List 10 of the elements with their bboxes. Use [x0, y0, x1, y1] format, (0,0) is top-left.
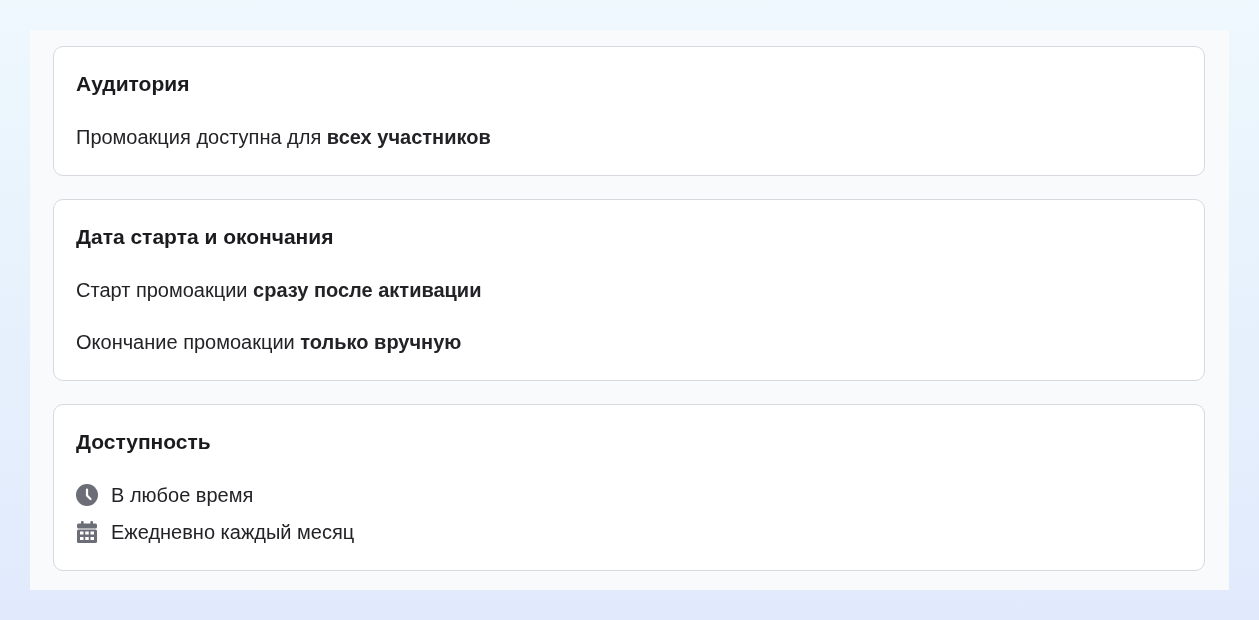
detail-text: Окончание промоакции только вручную — [76, 330, 462, 355]
availability-text: Ежедневно каждый месяц — [111, 520, 355, 545]
section-title: Дата старта и окончания — [76, 224, 334, 250]
clock-icon — [76, 484, 98, 506]
detail-text: Промоакция доступна для всех участников — [76, 125, 491, 150]
detail-text: Старт промоакции сразу после активации — [76, 278, 482, 303]
section-title: Доступность — [76, 429, 211, 455]
availability-text: В любое время — [111, 483, 254, 508]
section-title: Аудитория — [76, 71, 190, 97]
calendar-icon — [76, 521, 98, 543]
